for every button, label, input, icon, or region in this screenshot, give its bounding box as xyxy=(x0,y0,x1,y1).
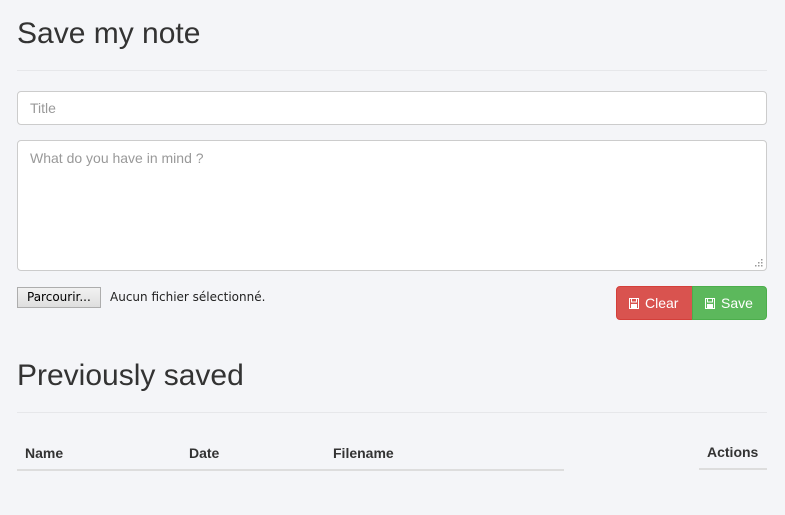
clear-button-label: Clear xyxy=(645,295,679,311)
column-header-filename[interactable]: Filename xyxy=(333,445,394,461)
previously-saved-heading: Previously saved xyxy=(17,359,244,392)
resize-grip-icon[interactable] xyxy=(754,258,764,268)
file-status-text: Aucun fichier sélectionné. xyxy=(110,290,266,304)
actions-header-divider xyxy=(699,468,767,470)
floppy-icon xyxy=(705,297,715,309)
floppy-icon xyxy=(629,297,639,309)
save-button-label: Save xyxy=(721,295,753,311)
page: Save my note Parcourir... Aucun fichier … xyxy=(0,0,785,515)
heading-divider xyxy=(17,70,767,71)
section-divider xyxy=(17,412,767,413)
clear-button[interactable]: Clear xyxy=(616,286,693,320)
table-header-divider xyxy=(17,469,564,471)
title-input[interactable] xyxy=(17,91,767,125)
file-browse-button[interactable]: Parcourir... xyxy=(17,287,101,308)
note-body-textarea[interactable] xyxy=(17,140,767,271)
column-header-date[interactable]: Date xyxy=(189,445,219,461)
column-header-name[interactable]: Name xyxy=(25,445,63,461)
column-header-actions[interactable]: Actions xyxy=(707,444,758,460)
note-form-heading: Save my note xyxy=(17,17,201,50)
save-button[interactable]: Save xyxy=(692,286,767,320)
